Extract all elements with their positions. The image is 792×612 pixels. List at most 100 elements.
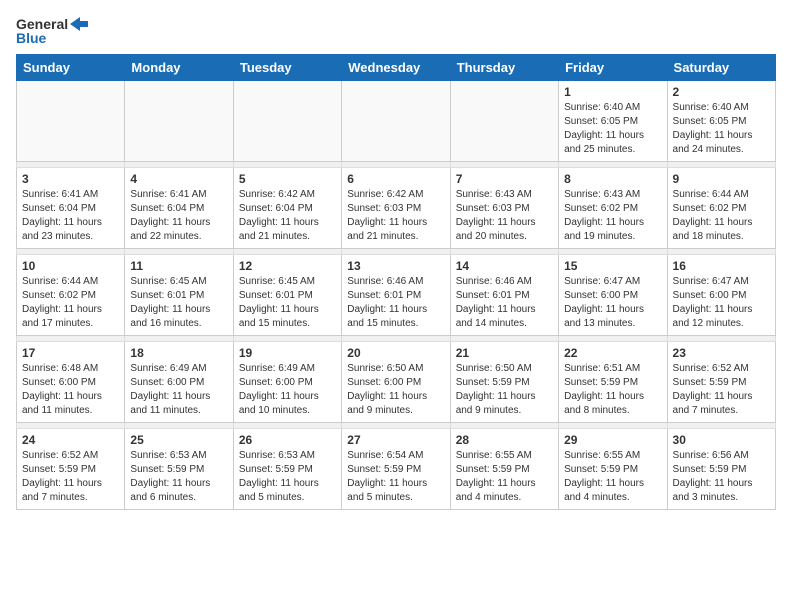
calendar-cell: 27 Sunrise: 6:54 AM Sunset: 5:59 PM Dayli… [342,429,450,510]
calendar-week-5: 24 Sunrise: 6:52 AM Sunset: 5:59 PM Dayli… [17,429,776,510]
calendar-cell [233,81,341,162]
day-info: Sunrise: 6:55 AM Sunset: 5:59 PM Dayligh… [456,449,553,505]
day-number: 30 [673,433,770,447]
calendar-cell: 8Sunrise: 6:43 AM Sunset: 6:02 PM Daylig… [559,168,667,249]
day-info: Sunrise: 6:51 AM Sunset: 5:59 PM Dayligh… [564,362,661,418]
day-number: 5 [239,172,336,186]
day-info: Sunrise: 6:55 AM Sunset: 5:59 PM Dayligh… [564,449,661,505]
calendar-cell: 7Sunrise: 6:43 AM Sunset: 6:03 PM Daylig… [450,168,558,249]
day-number: 12 [239,259,336,273]
day-info: Sunrise: 6:52 AM Sunset: 5:59 PM Dayligh… [22,449,119,505]
day-number: 6 [347,172,444,186]
calendar-cell: 1Sunrise: 6:40 AM Sunset: 6:05 PM Daylig… [559,81,667,162]
calendar-week-2: 3 Sunrise: 6:41 AM Sunset: 6:04 PM Daylig… [17,168,776,249]
day-info: Sunrise: 6:45 AM Sunset: 6:01 PM Dayligh… [239,275,336,331]
weekday-header-sunday: Sunday [17,55,125,81]
day-number: 10 [22,259,119,273]
calendar-cell: 29 Sunrise: 6:55 AM Sunset: 5:59 PM Dayli… [559,429,667,510]
calendar-table: SundayMondayTuesdayWednesdayThursdayFrid… [16,54,776,510]
day-number: 13 [347,259,444,273]
calendar-week-1: 1 Sunrise: 6:40 AM Sunset: 6:05 PM Daylig… [17,81,776,162]
calendar-cell: 16 Sunrise: 6:47 AM Sunset: 6:00 PM Dayli… [667,255,775,336]
day-info: Sunrise: 6:47 AM Sunset: 6:00 PM Dayligh… [673,275,770,331]
day-info: Sunrise: 6:56 AM Sunset: 5:59 PM Dayligh… [673,449,770,505]
day-info: Sunrise: 6:52 AM Sunset: 5:59 PM Dayligh… [673,362,770,418]
calendar-cell: 17 Sunrise: 6:48 AM Sunset: 6:00 PM Dayli… [17,342,125,423]
day-number: 24 [22,433,119,447]
day-number: 27 [347,433,444,447]
day-info: Sunrise: 6:46 AM Sunset: 6:01 PM Dayligh… [456,275,553,331]
logo-blue: Blue [16,30,46,46]
day-info: Sunrise: 6:50 AM Sunset: 5:59 PM Dayligh… [456,362,553,418]
logo: General Blue [16,16,88,46]
day-info: Sunrise: 6:43 AM Sunset: 6:03 PM Dayligh… [456,188,553,244]
page-header: General Blue [16,16,776,46]
day-number: 20 [347,346,444,360]
calendar-cell: 30 Sunrise: 6:56 AM Sunset: 5:59 PM Dayli… [667,429,775,510]
calendar-cell: 24 Sunrise: 6:52 AM Sunset: 5:59 PM Dayli… [17,429,125,510]
calendar-cell: 26Sunrise: 6:53 AM Sunset: 5:59 PM Dayli… [233,429,341,510]
calendar-cell: 4 Sunrise: 6:41 AM Sunset: 6:04 PM Daylig… [125,168,233,249]
weekday-header-wednesday: Wednesday [342,55,450,81]
calendar-cell [450,81,558,162]
calendar-cell: 10 Sunrise: 6:44 AM Sunset: 6:02 PM Dayli… [17,255,125,336]
weekday-header-saturday: Saturday [667,55,775,81]
day-info: Sunrise: 6:54 AM Sunset: 5:59 PM Dayligh… [347,449,444,505]
calendar-cell: 6 Sunrise: 6:42 AM Sunset: 6:03 PM Daylig… [342,168,450,249]
logo-arrow-icon [70,17,88,31]
day-number: 25 [130,433,227,447]
day-info: Sunrise: 6:50 AM Sunset: 6:00 PM Dayligh… [347,362,444,418]
day-info: Sunrise: 6:48 AM Sunset: 6:00 PM Dayligh… [22,362,119,418]
day-number: 23 [673,346,770,360]
day-number: 19 [239,346,336,360]
calendar-cell [125,81,233,162]
day-info: Sunrise: 6:40 AM Sunset: 6:05 PM Dayligh… [673,101,770,157]
calendar-cell: 19 Sunrise: 6:49 AM Sunset: 6:00 PM Dayli… [233,342,341,423]
day-info: Sunrise: 6:41 AM Sunset: 6:04 PM Dayligh… [22,188,119,244]
day-number: 4 [130,172,227,186]
day-info: Sunrise: 6:46 AM Sunset: 6:01 PM Dayligh… [347,275,444,331]
day-number: 29 [564,433,661,447]
day-number: 15 [564,259,661,273]
day-number: 17 [22,346,119,360]
day-number: 21 [456,346,553,360]
calendar-cell: 9 Sunrise: 6:44 AM Sunset: 6:02 PM Daylig… [667,168,775,249]
calendar-cell: 14 Sunrise: 6:46 AM Sunset: 6:01 PM Dayli… [450,255,558,336]
calendar-cell: 5 Sunrise: 6:42 AM Sunset: 6:04 PM Daylig… [233,168,341,249]
day-number: 14 [456,259,553,273]
day-info: Sunrise: 6:44 AM Sunset: 6:02 PM Dayligh… [673,188,770,244]
day-info: Sunrise: 6:42 AM Sunset: 6:03 PM Dayligh… [347,188,444,244]
day-number: 18 [130,346,227,360]
day-number: 8 [564,172,661,186]
calendar-cell: 28 Sunrise: 6:55 AM Sunset: 5:59 PM Dayli… [450,429,558,510]
calendar-cell: 13 Sunrise: 6:46 AM Sunset: 6:01 PM Dayli… [342,255,450,336]
day-number: 11 [130,259,227,273]
day-number: 22 [564,346,661,360]
day-info: Sunrise: 6:49 AM Sunset: 6:00 PM Dayligh… [239,362,336,418]
calendar-cell: 18 Sunrise: 6:49 AM Sunset: 6:00 PM Dayli… [125,342,233,423]
calendar-cell: 3 Sunrise: 6:41 AM Sunset: 6:04 PM Daylig… [17,168,125,249]
day-info: Sunrise: 6:42 AM Sunset: 6:04 PM Dayligh… [239,188,336,244]
day-info: Sunrise: 6:47 AM Sunset: 6:00 PM Dayligh… [564,275,661,331]
weekday-header-row: SundayMondayTuesdayWednesdayThursdayFrid… [17,55,776,81]
calendar-cell: 21 Sunrise: 6:50 AM Sunset: 5:59 PM Dayli… [450,342,558,423]
calendar-cell: 23 Sunrise: 6:52 AM Sunset: 5:59 PM Dayli… [667,342,775,423]
day-number: 16 [673,259,770,273]
day-number: 9 [673,172,770,186]
calendar-cell: 2Sunrise: 6:40 AM Sunset: 6:05 PM Daylig… [667,81,775,162]
calendar-cell: 20 Sunrise: 6:50 AM Sunset: 6:00 PM Dayli… [342,342,450,423]
calendar-cell: 12 Sunrise: 6:45 AM Sunset: 6:01 PM Dayli… [233,255,341,336]
day-info: Sunrise: 6:45 AM Sunset: 6:01 PM Dayligh… [130,275,227,331]
day-number: 28 [456,433,553,447]
day-info: Sunrise: 6:49 AM Sunset: 6:00 PM Dayligh… [130,362,227,418]
calendar-cell [17,81,125,162]
day-info: Sunrise: 6:41 AM Sunset: 6:04 PM Dayligh… [130,188,227,244]
weekday-header-thursday: Thursday [450,55,558,81]
day-number: 1 [564,85,661,99]
weekday-header-tuesday: Tuesday [233,55,341,81]
day-info: Sunrise: 6:53 AM Sunset: 5:59 PM Dayligh… [130,449,227,505]
day-number: 26 [239,433,336,447]
calendar-cell: 11 Sunrise: 6:45 AM Sunset: 6:01 PM Dayli… [125,255,233,336]
day-number: 3 [22,172,119,186]
day-info: Sunrise: 6:44 AM Sunset: 6:02 PM Dayligh… [22,275,119,331]
